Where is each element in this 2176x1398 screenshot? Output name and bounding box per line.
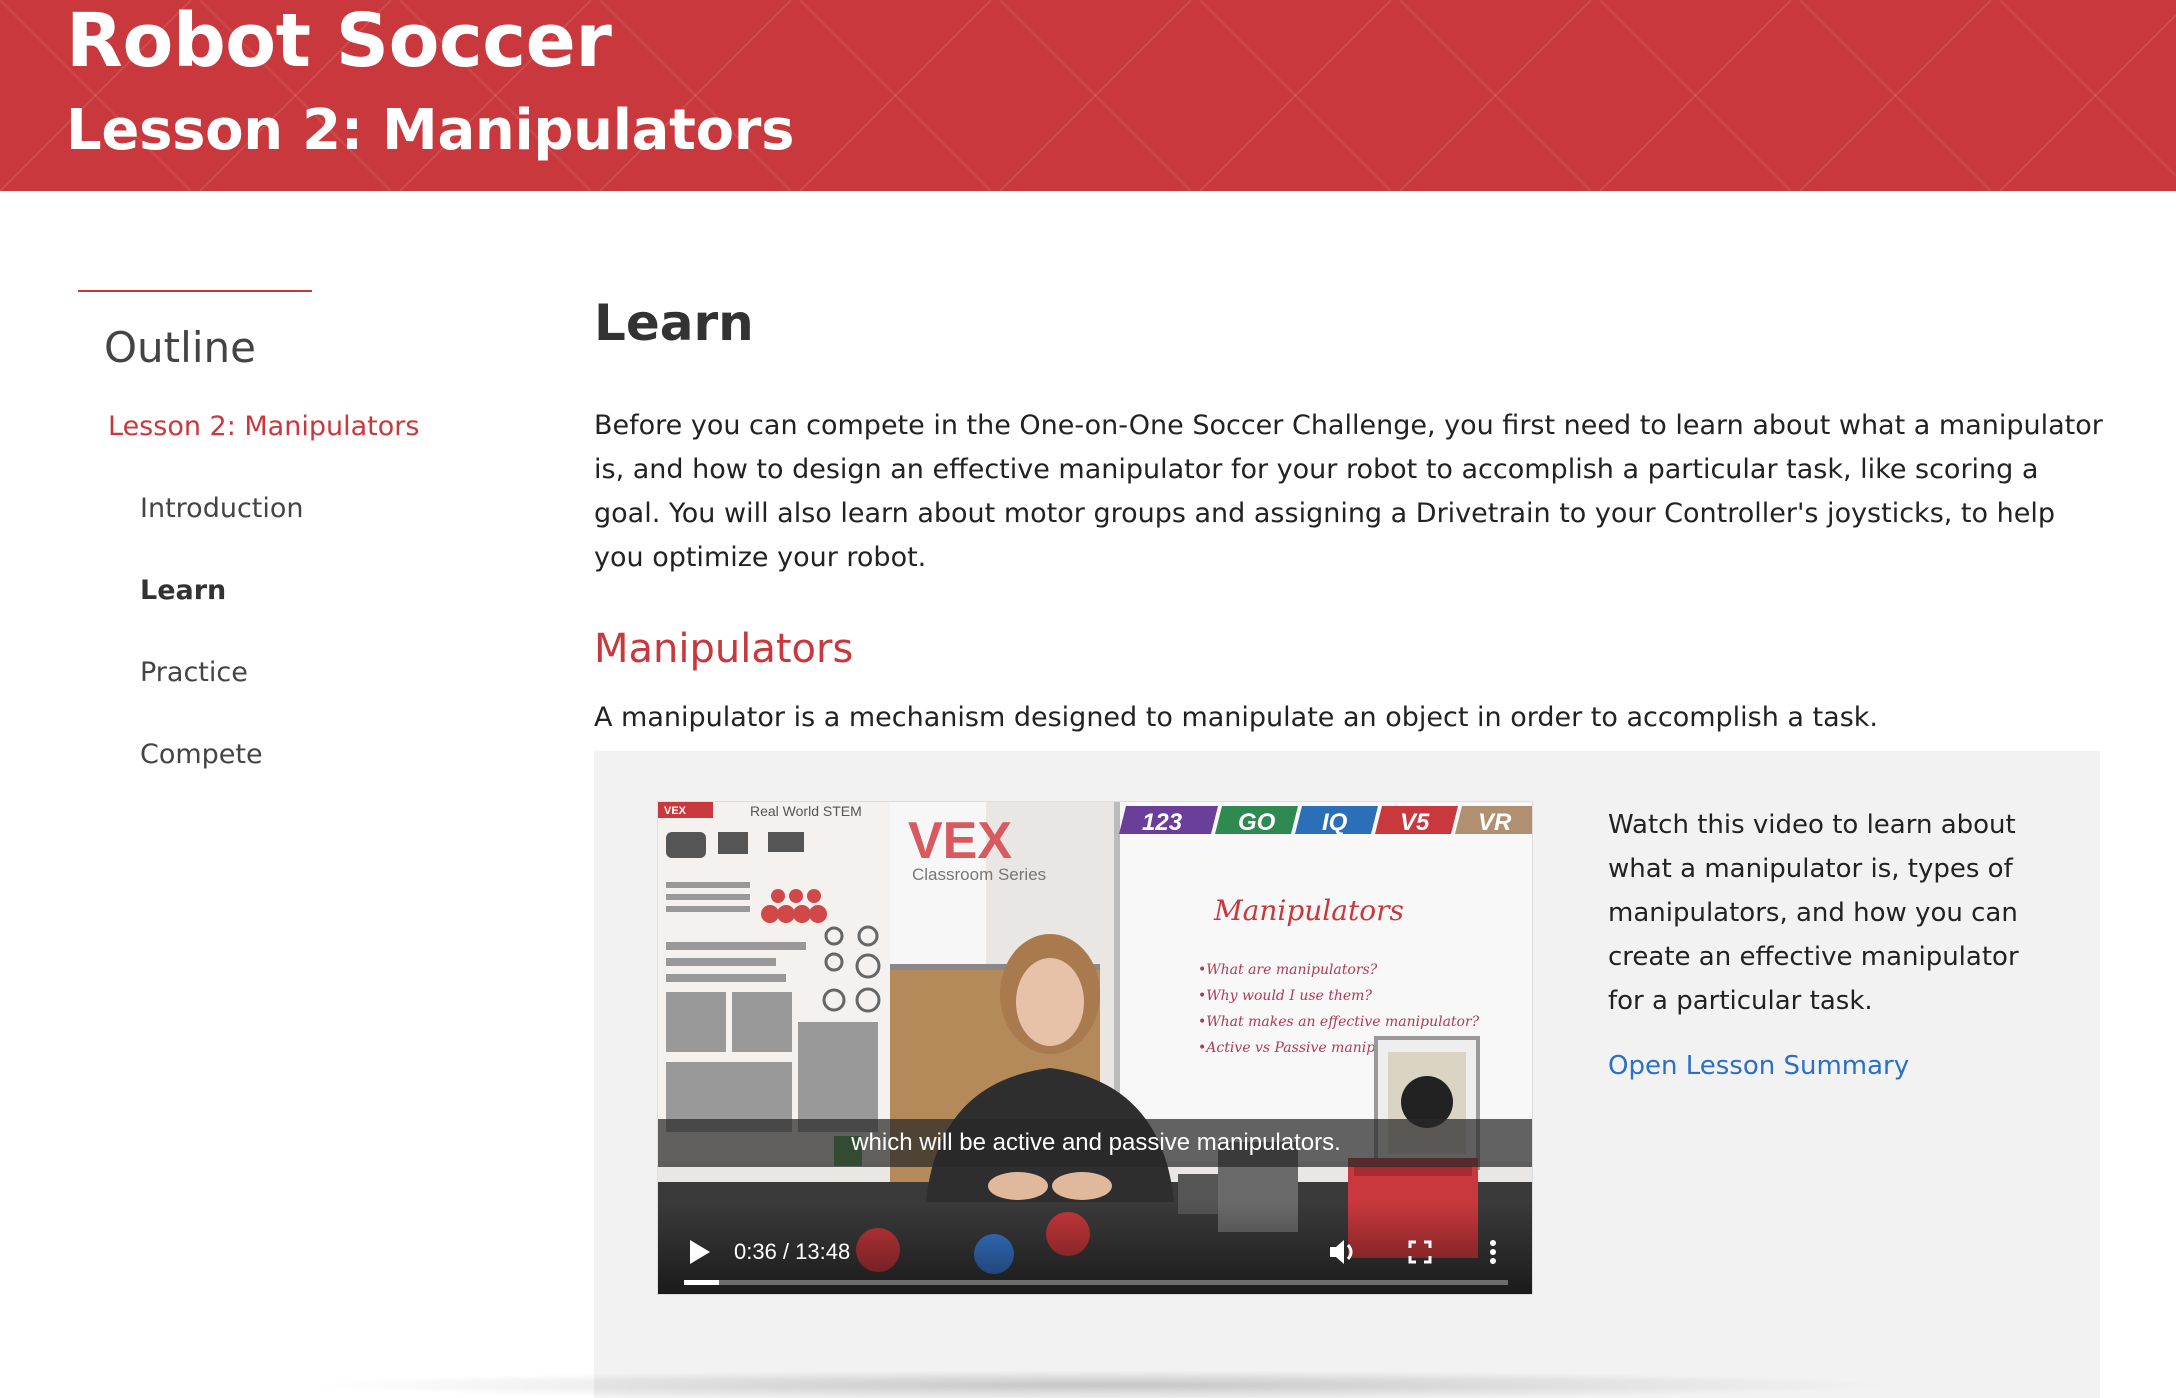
bottom-shadow — [300, 1370, 1900, 1398]
whiteboard-title: Manipulators — [1213, 894, 1404, 927]
whiteboard-line-3: •What makes an effective manipulator? — [1198, 1014, 1480, 1030]
main-content: Learn Before you can compete in the One-… — [594, 290, 2114, 738]
classroom-series-text: Classroom Series — [912, 865, 1046, 884]
sidebar-item-practice[interactable]: Practice — [140, 656, 498, 690]
video-progress-bar[interactable] — [684, 1280, 1508, 1285]
intro-paragraph: Before you can compete in the One-on-One… — [594, 410, 2103, 573]
outline-title: Outline — [104, 323, 256, 372]
tab-iq-text: IQ — [1322, 809, 1348, 836]
tab-go-text: GO — [1238, 809, 1276, 836]
whiteboard-line-1: •What are manipulators? — [1198, 962, 1378, 978]
section-heading: Manipulators — [594, 626, 854, 672]
poster-header-text: Real World STEM — [750, 803, 862, 819]
sidebar-lesson-link[interactable]: Lesson 2: Manipulators — [108, 410, 498, 444]
tab-v5-text: V5 — [1400, 809, 1430, 836]
page-heading: Learn — [594, 294, 754, 352]
more-options-icon[interactable] — [1478, 1234, 1508, 1270]
header-banner: Robot Soccer Lesson 2: Manipulators — [0, 0, 2176, 191]
sidebar-item-compete[interactable]: Compete — [140, 738, 498, 772]
play-icon[interactable] — [680, 1234, 716, 1270]
video-timestamp: 0:36 / 13:48 — [734, 1239, 851, 1264]
video-progress-fill — [684, 1280, 720, 1285]
sidebar-item-learn[interactable]: Learn — [140, 574, 498, 608]
video-player[interactable]: VEX Real World STEM VEX Classroom Series… — [657, 801, 1533, 1295]
open-lesson-summary-link[interactable]: Open Lesson Summary — [1608, 1049, 2048, 1083]
video-controls: 0:36 / 13:48 — [658, 1222, 1532, 1294]
fullscreen-icon[interactable] — [1402, 1234, 1438, 1270]
tab-123-text: 123 — [1142, 809, 1183, 836]
definition-paragraph: A manipulator is a mechanism designed to… — [594, 702, 1878, 733]
lesson-title: Lesson 2: Manipulators — [66, 98, 795, 163]
outline-sidebar: Outline Lesson 2: Manipulators Introduct… — [78, 290, 498, 820]
sidebar-item-introduction[interactable]: Introduction — [140, 492, 498, 526]
outline-list: Introduction Learn Practice Compete — [140, 492, 498, 772]
volume-icon[interactable] — [1324, 1234, 1360, 1270]
video-caption: which will be active and passive manipul… — [658, 1119, 1532, 1167]
video-panel: VEX Real World STEM VEX Classroom Series… — [594, 751, 2100, 1398]
sidebar-divider — [78, 290, 312, 292]
whiteboard-line-2: •Why would I use them? — [1198, 988, 1372, 1004]
video-description-column: Watch this video to learn about what a m… — [1608, 803, 2048, 1083]
tab-vr-text: VR — [1478, 809, 1512, 836]
video-description: Watch this video to learn about what a m… — [1608, 810, 2019, 1016]
course-title: Robot Soccer — [66, 0, 612, 84]
poster-logo-text: VEX — [664, 805, 687, 817]
vex-logo: VEX — [908, 812, 1012, 870]
